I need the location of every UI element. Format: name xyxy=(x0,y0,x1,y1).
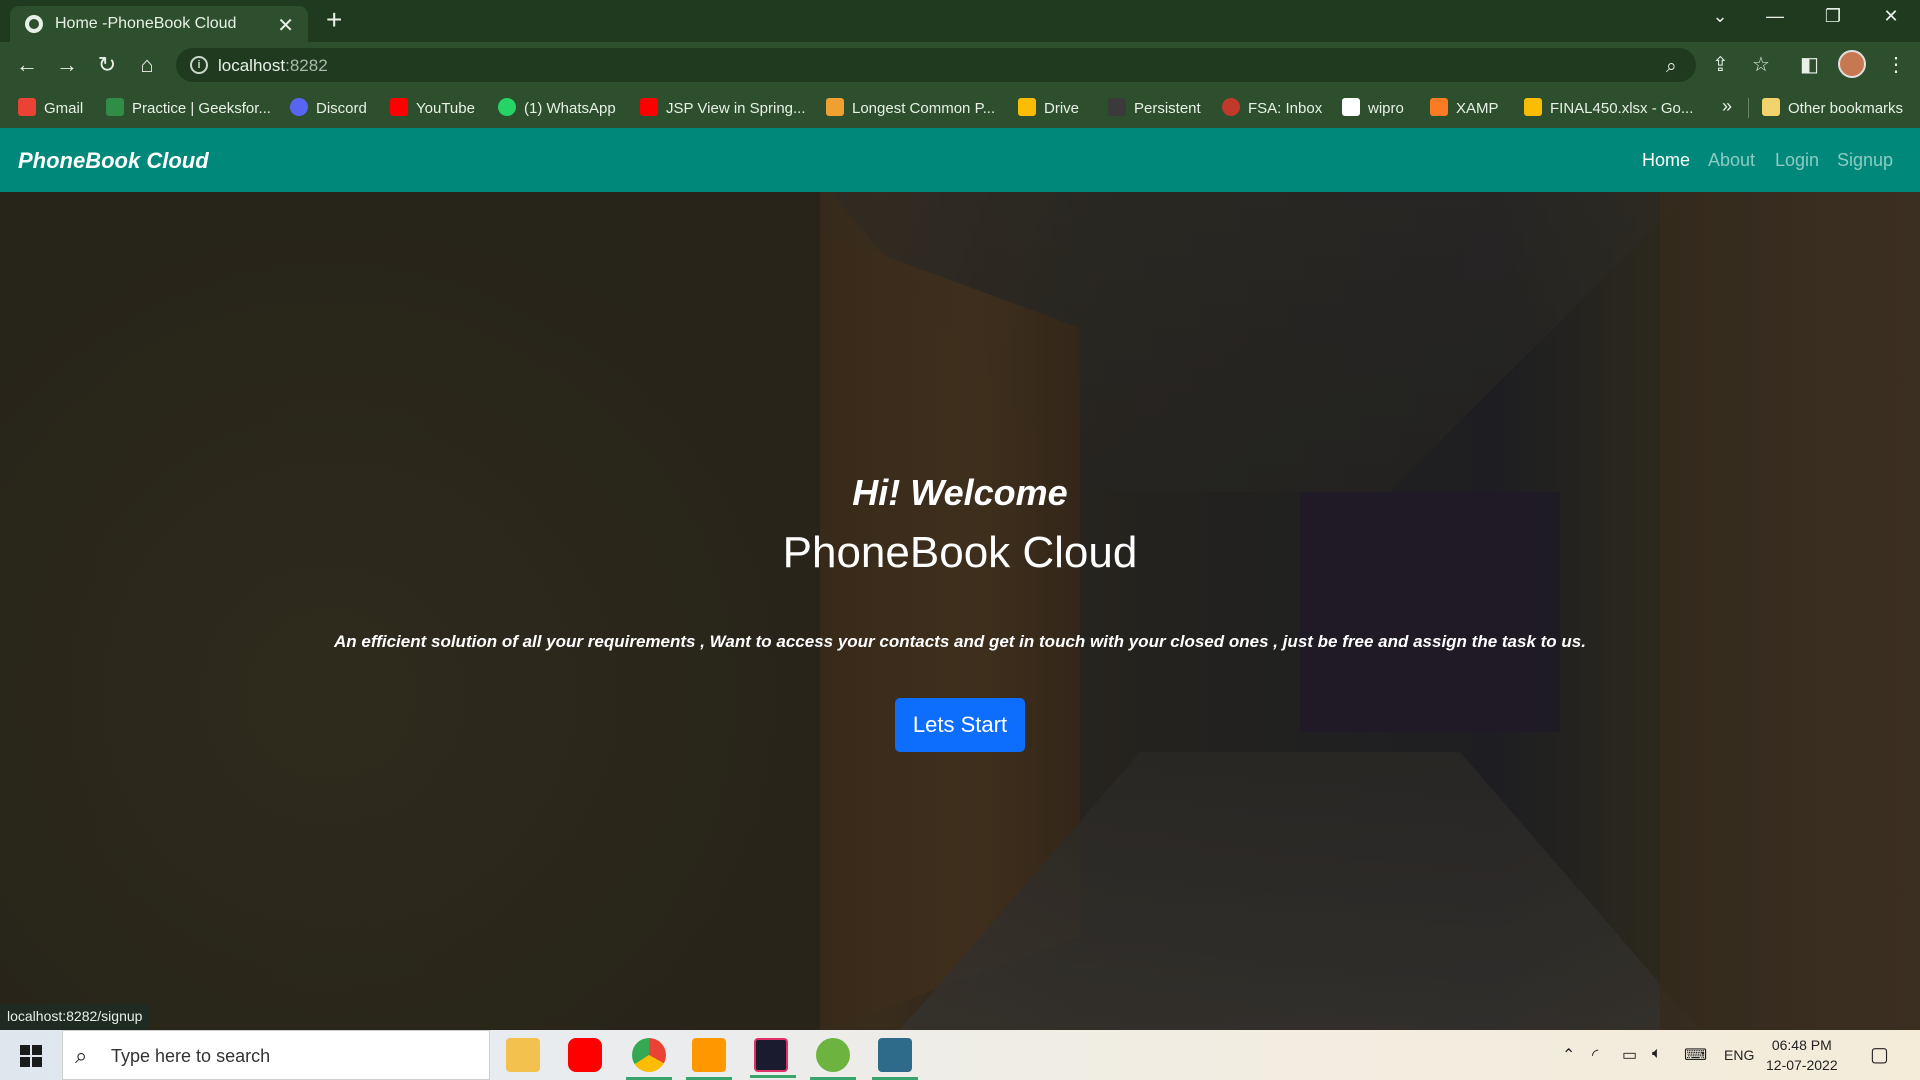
discord-icon xyxy=(290,98,308,116)
windows-start-icon[interactable] xyxy=(20,1045,42,1067)
menu-icon[interactable]: ⋮ xyxy=(1886,52,1906,77)
language-indicator[interactable]: ENG xyxy=(1724,1047,1754,1063)
bookmark-gmail[interactable]: Gmail xyxy=(18,98,83,120)
status-bar-url: localhost:8282/signup xyxy=(0,1004,150,1030)
hero-tagline: An efficient solution of all your requir… xyxy=(334,632,1586,651)
bookmark-wipro[interactable]: wipro xyxy=(1342,98,1404,120)
whatsapp-icon xyxy=(498,98,516,116)
bookmark-star-icon[interactable]: ☆ xyxy=(1752,52,1770,77)
hero-welcome: Hi! Welcome xyxy=(852,472,1068,513)
chrome-icon[interactable] xyxy=(626,1038,672,1080)
restore-icon[interactable]: ❐ xyxy=(1813,6,1853,27)
site-info-icon[interactable]: i xyxy=(190,56,208,74)
side-panel-icon[interactable]: ◧ xyxy=(1800,52,1819,77)
bookmark-fsa-inbox[interactable]: FSA: Inbox xyxy=(1222,98,1322,120)
browser-titlebar: Home -PhoneBook Cloud ✕ + ⌄ — ❐ ✕ xyxy=(0,0,1920,42)
spring-tool-suite-icon[interactable] xyxy=(810,1038,856,1080)
taskbar-search-placeholder: Type here to search xyxy=(111,1046,271,1066)
youtube-icon xyxy=(390,98,408,116)
folder-icon xyxy=(1762,98,1780,116)
mail-icon xyxy=(1222,98,1240,116)
browser-toolbar: ← → ↻ ⌂ i localhost:8282 ⌕ ⇪ ☆ ◧ ⋮ xyxy=(0,42,1920,88)
nav-signup[interactable]: Signup xyxy=(1837,150,1893,171)
bookmarks-divider xyxy=(1748,98,1749,118)
code-icon xyxy=(826,98,844,116)
close-window-icon[interactable]: ✕ xyxy=(1871,6,1911,27)
bookmarks-bar: Gmail Practice | Geeksfor... Discord You… xyxy=(0,88,1920,128)
bookmark-persistent[interactable]: Persistent xyxy=(1108,98,1201,120)
drive-icon xyxy=(1018,98,1036,116)
site-brand[interactable]: PhoneBook Cloud xyxy=(18,148,209,174)
site-navbar: PhoneBook Cloud Home About Login Signup xyxy=(0,128,1920,192)
share-icon[interactable]: ⇪ xyxy=(1712,52,1729,77)
bookmark-drive[interactable]: Drive xyxy=(1018,98,1079,120)
home-icon[interactable]: ⌂ xyxy=(134,52,160,78)
nav-login[interactable]: Login xyxy=(1775,150,1819,171)
taskbar-search[interactable]: ⌕ Type here to search xyxy=(62,1030,490,1080)
hero-section: Hi! Welcome PhoneBook Cloud An efficient… xyxy=(0,192,1920,1030)
minimize-icon[interactable]: — xyxy=(1755,6,1795,27)
bookmark-whatsapp[interactable]: (1) WhatsApp xyxy=(498,98,616,120)
volume-icon[interactable]: 🔈︎ xyxy=(1652,1045,1662,1063)
bookmark-geeksforgeeks[interactable]: Practice | Geeksfor... xyxy=(106,98,271,120)
hero-content: Hi! Welcome PhoneBook Cloud An efficient… xyxy=(0,192,1920,1030)
taskbar-clock[interactable]: 06:48 PM 12-07-2022 xyxy=(1766,1035,1838,1075)
gmail-icon xyxy=(18,98,36,116)
profile-avatar[interactable] xyxy=(1838,50,1866,78)
show-hidden-icons[interactable]: ⌃ xyxy=(1562,1045,1575,1065)
globe-icon xyxy=(25,15,43,33)
back-icon[interactable]: ← xyxy=(14,52,40,78)
clock-date: 12-07-2022 xyxy=(1766,1057,1838,1073)
xampp-icon xyxy=(1430,98,1448,116)
youtube-icon xyxy=(640,98,658,116)
bookmark-youtube[interactable]: YouTube xyxy=(390,98,475,120)
notifications-icon[interactable]: ▢ xyxy=(1870,1042,1889,1067)
wifi-icon[interactable]: ◜ xyxy=(1592,1045,1598,1065)
hero-title: PhoneBook Cloud xyxy=(782,528,1138,577)
close-tab-icon[interactable]: ✕ xyxy=(277,13,294,38)
new-tab-icon[interactable]: + xyxy=(326,6,342,34)
page-viewport: PhoneBook Cloud Home About Login Signup … xyxy=(0,128,1920,1030)
reload-icon[interactable]: ↻ xyxy=(94,52,120,78)
clock-time: 06:48 PM xyxy=(1771,1037,1832,1053)
search-icon: ⌕ xyxy=(75,1043,88,1068)
bookmark-discord[interactable]: Discord xyxy=(290,98,367,120)
drive-icon xyxy=(1524,98,1542,116)
bookmark-jsp-view[interactable]: JSP View in Spring... xyxy=(640,98,806,120)
windows-taskbar: ⌕ Type here to search ⌃ ◜ ▭ 🔈︎ ⌨ ENG 06:… xyxy=(0,1030,1920,1080)
geeksforgeeks-icon xyxy=(106,98,124,116)
bookmark-final450[interactable]: FINAL450.xlsx - Go... xyxy=(1524,98,1693,120)
nav-home[interactable]: Home xyxy=(1642,150,1690,171)
tab-title: Home -PhoneBook Cloud xyxy=(55,15,237,32)
mysql-workbench-icon[interactable] xyxy=(872,1038,918,1080)
other-bookmarks[interactable]: Other bookmarks xyxy=(1762,98,1903,120)
nav-about[interactable]: About xyxy=(1708,150,1755,171)
zoom-icon[interactable]: ⌕ xyxy=(1666,56,1677,78)
bookmark-longest-common[interactable]: Longest Common P... xyxy=(826,98,995,120)
browser-tab-active[interactable]: Home -PhoneBook Cloud ✕ xyxy=(10,6,308,42)
sublime-text-icon[interactable] xyxy=(686,1038,732,1080)
url-text[interactable]: localhost:8282 xyxy=(218,56,328,76)
tab-search-icon[interactable]: ⌄ xyxy=(1700,6,1740,27)
address-bar[interactable]: i localhost:8282 ⌕ xyxy=(176,48,1696,82)
persistent-icon xyxy=(1108,98,1126,116)
intellij-icon[interactable] xyxy=(750,1038,796,1078)
forward-icon[interactable]: → xyxy=(54,52,80,78)
youtube-app-icon[interactable] xyxy=(568,1038,602,1072)
wipro-icon xyxy=(1342,98,1360,116)
file-explorer-icon[interactable] xyxy=(506,1038,540,1072)
bookmark-xamp[interactable]: XAMP xyxy=(1430,98,1499,120)
more-bookmarks-icon[interactable]: » xyxy=(1722,96,1732,117)
battery-icon[interactable]: ▭ xyxy=(1622,1045,1637,1065)
keyboard-icon[interactable]: ⌨ xyxy=(1684,1045,1707,1065)
lets-start-button[interactable]: Lets Start xyxy=(895,698,1025,752)
